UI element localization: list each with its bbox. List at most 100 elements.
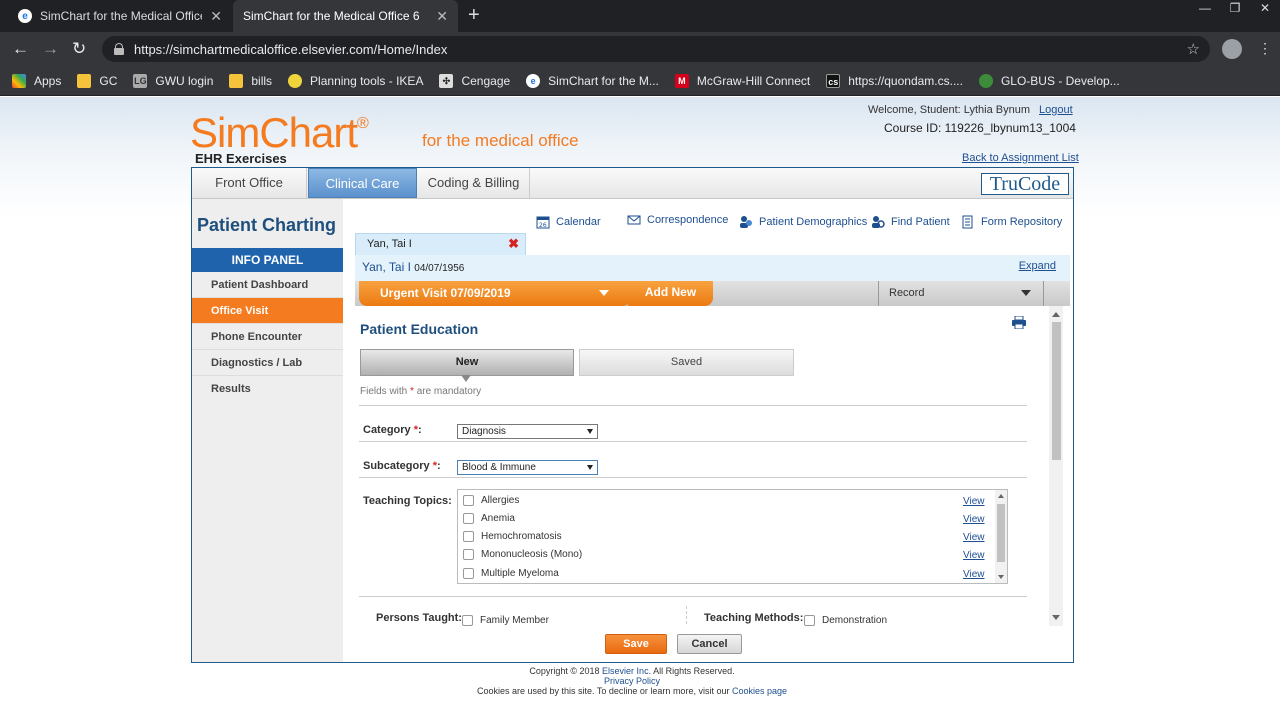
bookmark-gwu[interactable]: LG GWU login: [133, 73, 213, 88]
restore-icon[interactable]: ❐: [1220, 0, 1250, 18]
category-select[interactable]: Diagnosis: [457, 424, 598, 439]
back-to-assignment-link[interactable]: Back to Assignment List: [962, 152, 1079, 164]
cengage-icon: ✣: [439, 73, 454, 88]
chevron-down-icon: [1021, 290, 1031, 296]
sidebar-item-diagnostics[interactable]: Diagnostics / Lab Results: [192, 350, 343, 395]
patient-name: Yan, Tai I 04/07/1956: [362, 260, 465, 274]
view-link[interactable]: View: [963, 496, 985, 507]
tab-saved[interactable]: Saved: [579, 349, 794, 376]
bookmark-gc[interactable]: GC: [77, 73, 117, 88]
view-link[interactable]: View: [963, 532, 985, 543]
topic-multiple-myeloma[interactable]: Multiple Myeloma: [463, 568, 559, 579]
info-panel-header: INFO PANEL: [192, 248, 343, 272]
forward-arrow-icon[interactable]: →: [42, 39, 59, 59]
logout-link[interactable]: Logout: [1039, 104, 1073, 116]
printer-icon[interactable]: [1012, 316, 1026, 329]
bookmark-cengage[interactable]: ✣ Cengage: [439, 73, 510, 88]
visit-dropdown[interactable]: Urgent Visit 07/09/2019: [359, 281, 632, 306]
find-patient-link[interactable]: Find Patient: [871, 215, 950, 229]
record-dropdown[interactable]: Record: [878, 281, 1044, 306]
sidebar-item-patient-dashboard[interactable]: Patient Dashboard: [192, 272, 343, 298]
checkbox[interactable]: [463, 531, 474, 542]
form-repository-link[interactable]: Form Repository: [961, 215, 1062, 229]
apps-grid-icon: [12, 73, 26, 88]
chevron-down-icon: [587, 429, 593, 434]
new-tab-icon[interactable]: +: [468, 4, 480, 27]
back-arrow-icon[interactable]: ←: [12, 39, 29, 59]
elsevier-link[interactable]: Elsevier Inc.: [602, 666, 651, 676]
add-new-button[interactable]: Add New: [628, 281, 713, 306]
view-link[interactable]: View: [963, 514, 985, 525]
checkbox[interactable]: [463, 495, 474, 506]
chevron-down-icon: [599, 290, 609, 296]
patient-demographics-link[interactable]: Patient Demographics: [739, 215, 867, 229]
persons-taught-label: Persons Taught:: [376, 612, 462, 624]
checkbox[interactable]: [463, 568, 474, 579]
tab-new[interactable]: New: [360, 349, 574, 382]
chevron-down-icon: [587, 465, 593, 470]
checkbox[interactable]: [462, 615, 473, 626]
topic-anemia[interactable]: Anemia: [463, 513, 515, 524]
save-button[interactable]: Save: [605, 634, 667, 654]
topic-mononucleosis[interactable]: Mononucleosis (Mono): [463, 549, 582, 560]
gwu-icon: LG: [133, 73, 148, 88]
cookies-page-link[interactable]: Cookies page: [732, 686, 787, 696]
bookmark-bills[interactable]: bills: [229, 73, 272, 88]
checkbox[interactable]: [804, 615, 815, 626]
teaching-methods-label: Teaching Methods:: [704, 612, 804, 624]
mcgraw-hill-icon: M: [674, 73, 689, 88]
close-patient-icon[interactable]: ✖: [508, 234, 519, 254]
account-avatar-icon[interactable]: [1222, 39, 1242, 59]
trucode-logo[interactable]: TruCode: [981, 173, 1069, 195]
app-frame: Front Office Clinical Care Coding & Bill…: [191, 167, 1074, 663]
bookmark-apps[interactable]: Apps: [12, 73, 61, 88]
topics-scrollbar[interactable]: [995, 490, 1007, 583]
bookmarks-bar: Apps GC LG GWU login bills Planning tools…: [0, 66, 1280, 96]
minimize-icon[interactable]: —: [1190, 0, 1220, 18]
calendar-link[interactable]: 26 Calendar: [536, 215, 601, 229]
bookmark-star-icon[interactable]: ☆: [1187, 40, 1200, 58]
bookmark-quondam[interactable]: cs https://quondam.cs....: [826, 73, 963, 88]
bookmark-simchart[interactable]: e SimChart for the M...: [526, 73, 659, 88]
category-label: Category *:: [363, 424, 422, 436]
browser-tab-title: SimChart for the Medical Office 2: [40, 9, 203, 23]
visit-bar: Urgent Visit 07/09/2019 Add New Record: [355, 281, 1070, 306]
checkbox[interactable]: [463, 549, 474, 560]
subcategory-select[interactable]: Blood & Immune: [457, 460, 598, 475]
person-family-member[interactable]: Family Member: [462, 615, 549, 626]
url-input[interactable]: https://simchartmedicaloffice.elsevier.c…: [102, 36, 1210, 62]
browser-tab-1[interactable]: e SimChart for the Medical Office 2 ✕: [8, 0, 232, 32]
topic-allergies[interactable]: Allergies: [463, 495, 519, 506]
find-person-icon: [872, 216, 885, 228]
close-window-icon[interactable]: ✕: [1250, 0, 1280, 18]
browser-tab-title: SimChart for the Medical Office 6: [243, 9, 420, 23]
topic-hemochromatosis[interactable]: Hemochromatosis: [463, 531, 562, 542]
menu-kebab-icon[interactable]: ⋮: [1258, 40, 1272, 57]
form-scrollbar[interactable]: [1049, 306, 1063, 626]
reload-icon[interactable]: ↻: [72, 39, 86, 59]
patient-tab[interactable]: Yan, Tai I ✖: [355, 233, 526, 255]
view-link[interactable]: View: [963, 550, 985, 561]
form-title: Patient Education: [360, 321, 479, 337]
browser-tab-2[interactable]: SimChart for the Medical Office 6 ✕: [233, 0, 458, 32]
close-tab-icon[interactable]: ✕: [436, 8, 448, 25]
close-tab-icon[interactable]: ✕: [210, 8, 222, 25]
window-controls: — ❐ ✕: [1190, 0, 1280, 18]
bookmark-mcgraw[interactable]: M McGraw-Hill Connect: [674, 73, 810, 88]
tab-clinical-care[interactable]: Clinical Care: [308, 168, 417, 198]
sidebar-item-phone-encounter[interactable]: Phone Encounter: [192, 324, 343, 350]
simchart-logo: SimChart®: [190, 109, 369, 156]
bookmark-ikea[interactable]: Planning tools - IKEA: [288, 73, 423, 88]
view-link[interactable]: View: [963, 569, 985, 580]
tab-coding-billing[interactable]: Coding & Billing: [418, 168, 530, 198]
expand-link[interactable]: Expand: [1019, 260, 1056, 272]
cancel-button[interactable]: Cancel: [677, 634, 742, 654]
bookmark-globus[interactable]: GLO-BUS - Develop...: [978, 73, 1120, 88]
method-demonstration[interactable]: Demonstration: [804, 615, 887, 626]
checkbox[interactable]: [463, 513, 474, 524]
correspondence-link[interactable]: Correspondence: [627, 213, 728, 227]
tab-front-office[interactable]: Front Office: [192, 168, 307, 198]
privacy-policy-link[interactable]: Privacy Policy: [604, 676, 660, 686]
folder-icon: [77, 73, 92, 88]
sidebar-item-office-visit[interactable]: Office Visit: [192, 298, 343, 324]
